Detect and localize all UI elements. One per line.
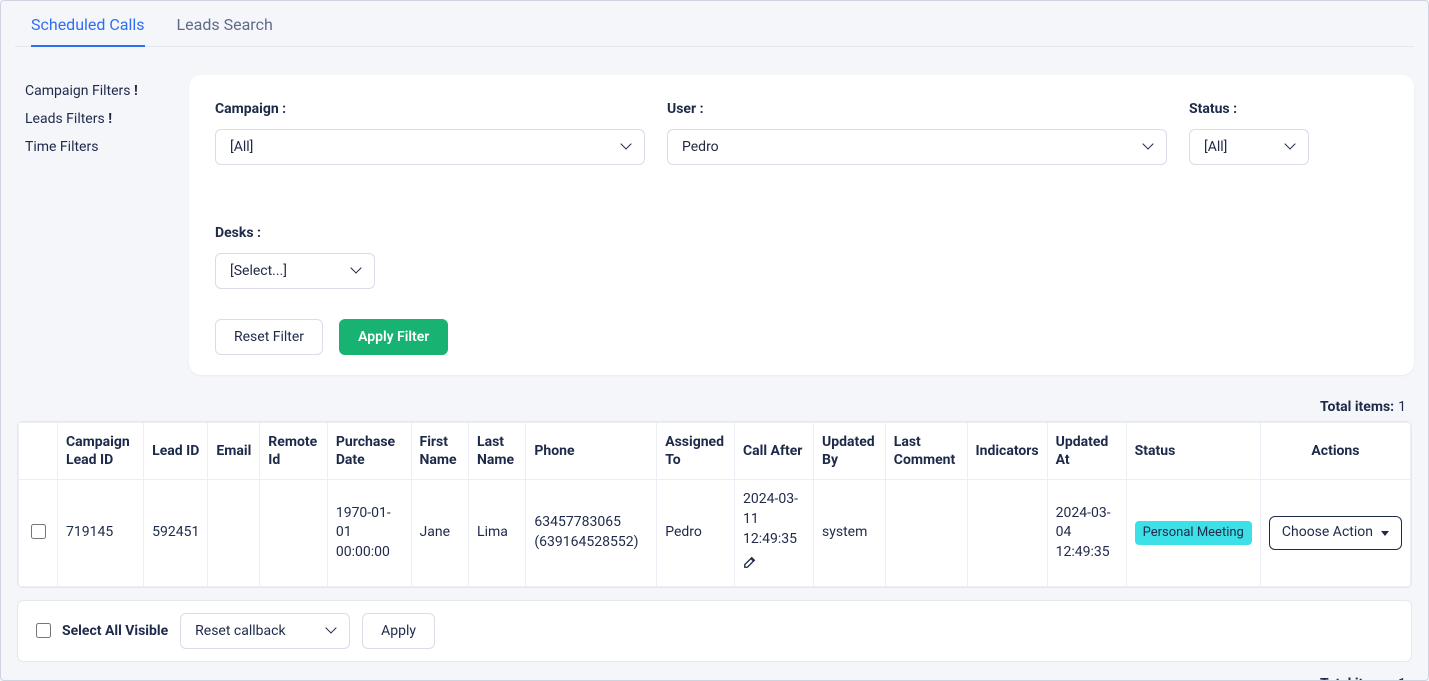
leads-table: Campaign Lead ID Lead ID Email Remote Id… <box>18 422 1411 587</box>
cell-last-comment <box>885 480 967 586</box>
user-select-value: Pedro <box>682 139 719 155</box>
cell-updated-by: system <box>814 480 886 586</box>
sidebar-item-label: Campaign Filters <box>25 83 130 99</box>
cell-assigned-to: Pedro <box>657 480 735 586</box>
select-all-visible-text: Select All Visible <box>62 623 168 639</box>
chevron-down-icon <box>622 142 632 152</box>
sidebar-item-label: Time Filters <box>25 139 98 155</box>
select-all-visible-checkbox[interactable] <box>36 623 51 638</box>
cell-updated-at: 2024-03-04 12:49:35 <box>1047 480 1126 586</box>
user-select[interactable]: Pedro <box>667 129 1167 165</box>
call-after-text: 2024-03-11 12:49:35 <box>743 490 805 549</box>
cell-last-name: Lima <box>469 480 526 586</box>
cell-actions: Choose Action <box>1260 480 1410 586</box>
bulk-action-value: Reset callback <box>195 623 285 639</box>
total-items-top: Total items:1 <box>1 375 1428 421</box>
desks-select-value: [Select...] <box>230 263 287 279</box>
cell-first-name: Jane <box>411 480 469 586</box>
select-all-visible-label[interactable]: Select All Visible <box>32 620 168 641</box>
total-items-label: Total items: <box>1320 399 1394 415</box>
cell-remote-id <box>260 480 328 586</box>
th-lead-id: Lead ID <box>144 423 208 480</box>
sidebar-item-label: Leads Filters <box>25 111 105 127</box>
chevron-down-icon <box>327 626 337 636</box>
cell-campaign-lead-id: 719145 <box>58 480 144 586</box>
filter-sidebar: Campaign Filters ! Leads Filters ! Time … <box>15 75 165 161</box>
th-assigned-to: Assigned To <box>657 423 735 480</box>
campaign-label: Campaign : <box>215 101 645 117</box>
th-last-comment: Last Comment <box>885 423 967 480</box>
th-phone: Phone <box>526 423 657 480</box>
th-status: Status <box>1126 423 1260 480</box>
cell-email <box>208 480 260 586</box>
tab-scheduled-calls[interactable]: Scheduled Calls <box>31 7 145 46</box>
th-email: Email <box>208 423 260 480</box>
th-checkbox <box>19 423 58 480</box>
cell-indicators <box>967 480 1047 586</box>
choose-action-label: Choose Action <box>1282 523 1373 543</box>
th-purchase-date: Purchase Date <box>327 423 411 480</box>
status-select-value: [All] <box>1204 139 1227 155</box>
campaign-select[interactable]: [All] <box>215 129 645 165</box>
th-updated-by: Updated By <box>814 423 886 480</box>
bulk-action-select[interactable]: Reset callback <box>180 613 350 649</box>
th-campaign-lead-id: Campaign Lead ID <box>58 423 144 480</box>
table-row: 719145 592451 1970-01-01 00:00:00 Jane L… <box>19 480 1411 586</box>
sidebar-item-leads-filters[interactable]: Leads Filters ! <box>25 105 165 133</box>
edit-icon[interactable] <box>743 555 757 569</box>
total-items-bottom: Total items: 1 <box>1 662 1428 681</box>
bulk-actions-bar: Select All Visible Reset callback Apply <box>17 600 1412 662</box>
desks-label: Desks : <box>215 225 375 241</box>
reset-filter-button[interactable]: Reset Filter <box>215 319 323 355</box>
th-indicators: Indicators <box>967 423 1047 480</box>
total-items-count: 1 <box>1398 676 1406 681</box>
total-items-count: 1 <box>1398 399 1406 415</box>
th-updated-at: Updated At <box>1047 423 1126 480</box>
bulk-apply-button[interactable]: Apply <box>362 613 435 649</box>
main-tabs: Scheduled Calls Leads Search <box>15 1 1414 47</box>
th-last-name: Last Name <box>469 423 526 480</box>
th-remote-id: Remote Id <box>260 423 328 480</box>
tab-leads-search[interactable]: Leads Search <box>177 7 273 46</box>
cell-call-after: 2024-03-11 12:49:35 <box>735 480 814 586</box>
sidebar-item-indicator: ! <box>108 111 112 127</box>
th-first-name: First Name <box>411 423 469 480</box>
sidebar-item-time-filters[interactable]: Time Filters <box>25 133 165 161</box>
th-actions: Actions <box>1260 423 1410 480</box>
cell-status: Personal Meeting <box>1126 480 1260 586</box>
row-checkbox[interactable] <box>31 524 46 539</box>
caret-down-icon <box>1381 531 1389 536</box>
leads-table-wrap: Campaign Lead ID Lead ID Email Remote Id… <box>17 421 1412 588</box>
choose-action-button[interactable]: Choose Action <box>1269 516 1402 550</box>
chevron-down-icon <box>1286 142 1296 152</box>
filter-panel: Campaign : [All] User : Pedro Status : <box>189 75 1414 375</box>
cell-lead-id: 592451 <box>144 480 208 586</box>
chevron-down-icon <box>1144 142 1154 152</box>
total-items-label: Total items: <box>1320 676 1394 681</box>
desks-select[interactable]: [Select...] <box>215 253 375 289</box>
user-label: User : <box>667 101 1167 117</box>
status-badge: Personal Meeting <box>1135 521 1252 545</box>
cell-purchase-date: 1970-01-01 00:00:00 <box>327 480 411 586</box>
apply-filter-button[interactable]: Apply Filter <box>339 319 448 355</box>
sidebar-item-campaign-filters[interactable]: Campaign Filters ! <box>25 77 165 105</box>
sidebar-item-indicator: ! <box>134 83 138 99</box>
campaign-select-value: [All] <box>230 139 253 155</box>
status-label: Status : <box>1189 101 1309 117</box>
chevron-down-icon <box>352 266 362 276</box>
cell-phone: 63457783065 (639164528552) <box>526 480 657 586</box>
th-call-after: Call After <box>735 423 814 480</box>
status-select[interactable]: [All] <box>1189 129 1309 165</box>
